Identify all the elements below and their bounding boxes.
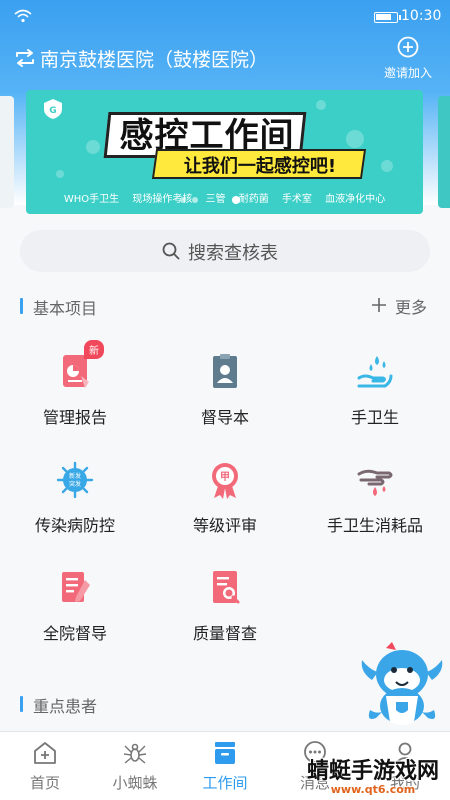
grid-item-supervision-book[interactable]: 督导本	[150, 352, 300, 442]
status-bar: 10:30	[0, 0, 450, 34]
banner-tag: WHO手卫生	[63, 194, 120, 205]
nav-label: 小蜘蛛	[112, 774, 158, 792]
supervision-book-icon	[213, 354, 237, 388]
nav-item-workspace[interactable]: 工作间	[180, 732, 270, 800]
svg-text:G: G	[49, 106, 56, 116]
banner-prev-peek	[0, 96, 14, 208]
banner-next-peek	[438, 96, 450, 208]
spider-icon	[123, 743, 147, 764]
svg-text:突发: 突发	[69, 480, 81, 488]
hospital-title[interactable]: 南京鼓楼医院（鼓楼医院）	[40, 45, 268, 72]
battery-icon	[374, 12, 401, 23]
banner-tag: 三管	[205, 194, 226, 205]
watermark: 蜻蜓手游戏网 www.qt6.com	[303, 760, 443, 796]
mascot-icon[interactable]	[356, 640, 448, 732]
svg-text:新发: 新发	[69, 472, 81, 480]
workspace-icon	[215, 742, 235, 764]
grid-item-hand-hygiene[interactable]: 手卫生	[300, 352, 450, 442]
search-bar[interactable]: 搜索查核表	[20, 230, 430, 272]
grid-item-infection-control[interactable]: 新发 突发 传染病防控	[0, 460, 150, 550]
grid-item-label: 手卫生消耗品	[326, 516, 423, 535]
nav-label: 首页	[29, 774, 60, 792]
hand-hygiene-icon	[357, 356, 393, 388]
grid-item-grade-review[interactable]: 甲 等级评审	[150, 460, 300, 550]
new-badge: 新	[84, 340, 104, 359]
banner-tags: WHO手卫生 现场操作考核 三管 耐药菌 手术室 血液净化中心	[26, 190, 423, 205]
grid-item-management-report[interactable]: 新 管理报告	[0, 340, 150, 442]
plus-icon[interactable]	[371, 297, 387, 313]
section-title: 重点患者	[33, 697, 98, 716]
grid-item-label: 全院督导	[42, 624, 107, 643]
carousel-dot[interactable]	[180, 197, 186, 203]
wifi-icon	[14, 9, 32, 23]
switch-arrows-icon[interactable]	[14, 48, 36, 68]
basic-section-header: 基本项目 更多	[0, 294, 450, 318]
hospital-supervision-icon	[62, 572, 90, 602]
search-icon	[162, 242, 180, 260]
grid-item-label: 督导本	[200, 408, 249, 427]
section-title: 基本项目	[33, 299, 98, 318]
search-label: 搜索查核表	[188, 243, 278, 264]
grid-item-label: 质量督查	[192, 624, 257, 643]
grid-item-quality-check[interactable]: 质量督查	[150, 568, 300, 658]
banner-tag: 血液净化中心	[325, 194, 386, 205]
svg-text:甲: 甲	[220, 471, 230, 483]
banner-tag: 手术室	[281, 194, 312, 205]
watermark-url: www.qt6.com	[330, 783, 416, 796]
hand-consumables-icon	[357, 469, 393, 496]
banner[interactable]: G 感控工作间 让我们一起感控吧! WHO手卫生 现场操作考核 三管 耐药菌 手…	[26, 90, 423, 214]
quality-check-icon	[213, 571, 240, 604]
grade-review-icon: 甲	[212, 463, 238, 499]
invite-label: 邀请加入	[383, 66, 432, 80]
grid-item-label: 手卫生	[350, 408, 399, 427]
grid-item-hand-consumables[interactable]: 手卫生消耗品	[300, 460, 450, 550]
grid-item-label: 等级评审	[192, 516, 257, 535]
home-icon	[34, 742, 56, 764]
nav-label: 工作间	[202, 774, 248, 792]
invite-button[interactable]: 邀请加入	[380, 36, 436, 81]
grid-item-hospital-supervision[interactable]: 全院督导	[0, 568, 150, 658]
grid-item-label: 管理报告	[42, 408, 107, 427]
carousel-dot[interactable]	[192, 197, 198, 203]
banner-tag: 耐药菌	[238, 194, 269, 205]
grid-item-label: 传染病防控	[34, 516, 115, 535]
logo-icon: G	[44, 99, 62, 119]
header: 南京鼓楼医院（鼓楼医院） 邀请加入	[0, 36, 450, 80]
clock: 10:30	[401, 8, 442, 24]
carousel-dot-active[interactable]	[232, 196, 240, 204]
infection-control-icon: 新发 突发	[56, 461, 94, 499]
plus-circle-icon	[397, 36, 419, 58]
banner-subtitle: 让我们一起感控吧!	[183, 156, 337, 177]
nav-item-spider[interactable]: 小蜘蛛	[90, 732, 180, 800]
more-button[interactable]: 更多	[395, 294, 427, 318]
nav-item-home[interactable]: 首页	[0, 732, 90, 800]
watermark-text: 蜻蜓手游戏网	[306, 759, 439, 784]
